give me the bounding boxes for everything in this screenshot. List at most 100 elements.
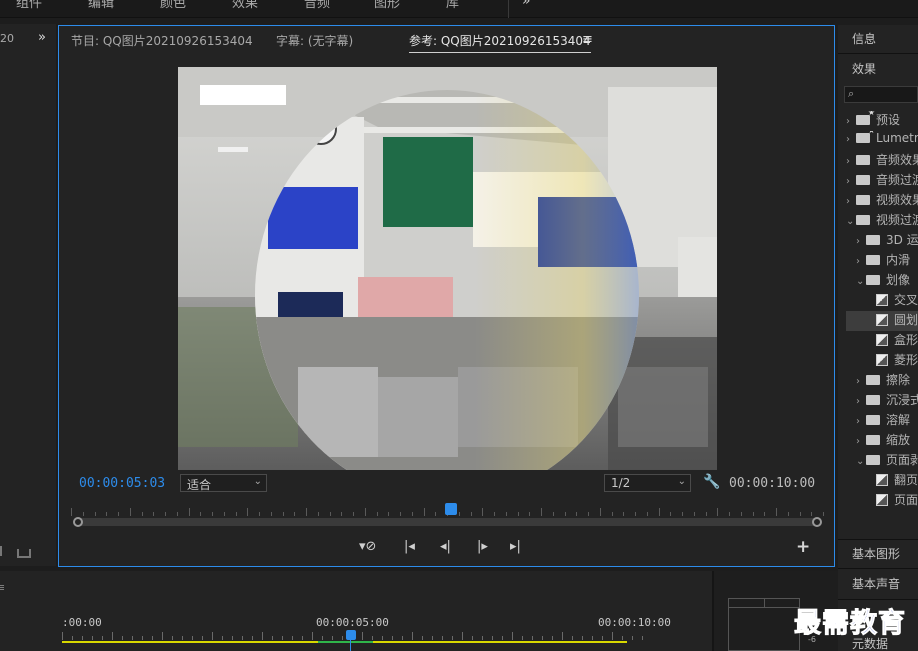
scroll-handle-left[interactable]: [73, 517, 83, 527]
effects-search-input[interactable]: ⌕: [844, 86, 918, 103]
ruler-tick: [670, 512, 672, 516]
tab-program[interactable]: 节目: QQ图片20210926153404: [71, 32, 253, 49]
chevron-right-icon[interactable]: ›: [856, 376, 866, 387]
ruler-tick: [362, 632, 363, 640]
chevron-right-icon[interactable]: ›: [856, 436, 866, 447]
effects-tree-item-label: 3D 运动: [886, 233, 918, 247]
tab-essential-graphics[interactable]: 基本图形: [852, 545, 900, 562]
effects-tree-item[interactable]: › 音频效果: [846, 151, 918, 171]
transition-preset-icon: [876, 294, 888, 306]
ruler-tick: [392, 636, 393, 640]
ruler-tick: [252, 636, 253, 640]
tab-essential-sound[interactable]: 基本声音: [852, 575, 900, 592]
effects-tree-item[interactable]: › 沉浸式视频: [846, 391, 918, 411]
step-forward-icon[interactable]: |▸: [477, 539, 488, 554]
transition-preset-icon: [876, 314, 888, 326]
current-timecode[interactable]: 00:00:05:03: [79, 476, 165, 491]
menu-item-libraries[interactable]: 库: [446, 0, 459, 11]
chevron-down-icon[interactable]: ⌄: [846, 216, 856, 227]
effects-tree-item[interactable]: › 音频过渡: [846, 171, 918, 191]
chevron-right-icon[interactable]: ›: [846, 156, 856, 167]
expand-panels-icon[interactable]: »: [38, 30, 46, 45]
ruler-tick: [494, 512, 495, 516]
chevron-down-icon[interactable]: ⌄: [856, 456, 866, 467]
settings-wrench-icon[interactable]: 🔧: [703, 474, 720, 490]
add-button-icon[interactable]: +: [796, 537, 810, 557]
menu-item-graphics[interactable]: 图形: [374, 0, 400, 11]
effects-tree-item-label: 视频效果: [876, 193, 918, 207]
effects-tree-item[interactable]: › 擦除: [846, 371, 918, 391]
folder-icon: [866, 415, 880, 425]
effects-tree-item-label: 擦除: [886, 373, 911, 387]
tab-captions[interactable]: 字幕: (无字幕): [276, 32, 353, 49]
menu-item-audio[interactable]: 音频: [304, 0, 330, 11]
effects-tree-item[interactable]: ⌄ 页面剥落: [846, 451, 918, 471]
ruler-tick: [505, 512, 507, 516]
chevron-right-icon[interactable]: ›: [856, 236, 866, 247]
video-frame[interactable]: [178, 67, 717, 470]
timeline-playhead[interactable]: [346, 630, 356, 640]
tab-info[interactable]: 信息: [852, 30, 876, 47]
effects-tree-item[interactable]: › 缩放: [846, 431, 918, 451]
tab-effects[interactable]: 效果: [852, 60, 876, 77]
go-to-in-icon[interactable]: |◂: [404, 539, 415, 554]
go-to-out-icon[interactable]: ▸|: [510, 539, 521, 554]
ruler-tick: [72, 636, 73, 640]
menu-item-components[interactable]: 组件: [16, 0, 42, 11]
effects-tree-item-label: 预设: [876, 113, 901, 127]
effects-tree-item[interactable]: › 溶解: [846, 411, 918, 431]
menu-item-color[interactable]: 颜色: [160, 0, 186, 11]
zoom-scroll-bar[interactable]: [77, 518, 817, 526]
monitor-playhead[interactable]: [445, 503, 457, 515]
effects-tree-item[interactable]: 交叉划像: [846, 291, 918, 311]
effects-tree-item[interactable]: › Lumetri: [846, 131, 918, 151]
tab-reference[interactable]: 参考: QQ图片20210926153404: [409, 32, 591, 53]
ruler-tick: [152, 636, 153, 640]
right-panel: 信息 效果 ⌕ 基本图形 基本声音 元数据 ›预设›Lumetri›音频效果›音…: [838, 25, 918, 651]
clip-icon[interactable]: [0, 546, 8, 556]
chevron-down-icon: ⌄: [253, 476, 262, 487]
ruler-tick: [572, 636, 573, 640]
effects-tree-item[interactable]: › 视频效果: [846, 191, 918, 211]
ruler-tick: [306, 508, 307, 516]
effects-tree-item[interactable]: 盒形划像: [846, 331, 918, 351]
menu-item-effects[interactable]: 效果: [232, 0, 258, 11]
chevron-right-icon[interactable]: ›: [856, 416, 866, 427]
chevron-right-icon[interactable]: ›: [856, 256, 866, 267]
folder-icon: [866, 275, 880, 285]
ruler-tick: [635, 512, 636, 516]
more-workspaces-icon[interactable]: »: [522, 0, 531, 9]
export-frame-icon[interactable]: [17, 549, 31, 558]
step-back-icon[interactable]: ◂|: [440, 539, 451, 554]
menu-item-edit[interactable]: 编辑: [88, 0, 114, 11]
add-marker-icon[interactable]: ▾⊘: [359, 539, 376, 554]
ruler-tick: [452, 636, 453, 640]
ruler-tick: [122, 636, 123, 640]
effects-tree-item[interactable]: 页面剥落: [846, 491, 918, 511]
playback-resolution-select[interactable]: 1/2 ⌄: [604, 474, 691, 492]
chevron-right-icon[interactable]: ›: [846, 196, 856, 207]
effects-tree-item[interactable]: ⌄ 划像: [846, 271, 918, 291]
fit-zoom-select[interactable]: 适合 ⌄: [180, 474, 267, 492]
chevron-right-icon[interactable]: ›: [846, 116, 856, 127]
chevron-down-icon[interactable]: ⌄: [856, 276, 866, 287]
effects-tree-item[interactable]: › 3D 运动: [846, 231, 918, 251]
chevron-right-icon[interactable]: ›: [856, 396, 866, 407]
chevron-right-icon[interactable]: ›: [846, 176, 856, 187]
panel-menu-icon[interactable]: ≡: [582, 32, 593, 47]
chevron-right-icon[interactable]: ›: [846, 134, 856, 145]
scroll-handle-right[interactable]: [812, 517, 822, 527]
effects-tree-item[interactable]: 圆划像: [846, 311, 918, 331]
effects-tree-item[interactable]: › 预设: [846, 111, 918, 131]
effects-tree-item[interactable]: 菱形划像: [846, 351, 918, 371]
meter-line: [764, 599, 765, 607]
ruler-tick: [622, 636, 623, 640]
effects-tree-item[interactable]: 翻页: [846, 471, 918, 491]
timeline-menu-icon[interactable]: ≡: [0, 581, 5, 594]
effects-tree-item[interactable]: ⌄ 视频过渡: [846, 211, 918, 231]
folder-icon: [856, 111, 875, 125]
ruler-tick: [682, 512, 683, 516]
menu-divider: [508, 0, 509, 18]
ruler-tick: [472, 636, 473, 640]
effects-tree-item[interactable]: › 内滑: [846, 251, 918, 271]
